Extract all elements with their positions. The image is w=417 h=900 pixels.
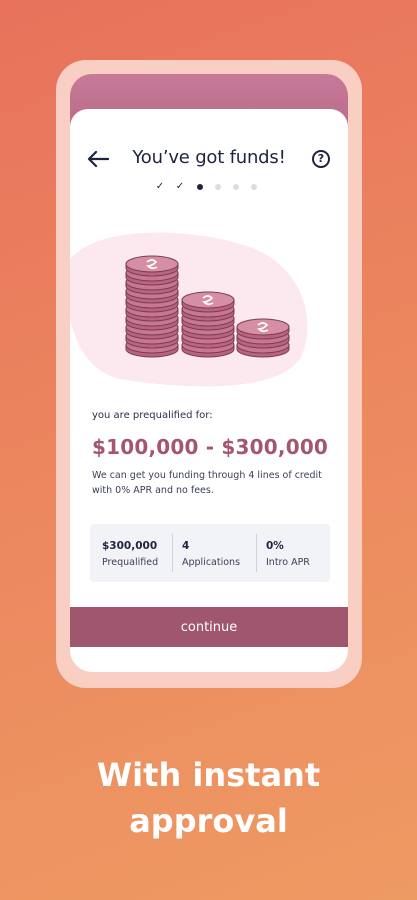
promo-headline-line-2: approval xyxy=(129,802,288,840)
step-complete-1: ✓ xyxy=(155,181,165,192)
stat-applications: 4 Applications xyxy=(182,540,240,568)
prequalified-label: you are prequalified for: xyxy=(92,410,213,421)
stat-label: Prequalified xyxy=(102,557,159,568)
step-pending-4 xyxy=(215,184,221,190)
stat-value: 4 xyxy=(182,540,190,552)
app-screen: You’ve got funds! ? ✓ ✓ you are prequali… xyxy=(70,109,348,672)
promo-headline-line-1: With instant xyxy=(96,756,321,794)
stat-intro-apr: 0% Intro APR xyxy=(266,540,310,568)
funding-description: We can get you funding through 4 lines o… xyxy=(92,470,322,496)
stat-label: Intro APR xyxy=(266,557,310,568)
divider xyxy=(256,534,257,572)
step-current xyxy=(197,184,203,190)
page-title: You’ve got funds! xyxy=(132,147,286,168)
step-complete-2: ✓ xyxy=(175,181,185,192)
help-icon[interactable]: ? xyxy=(312,150,330,168)
divider xyxy=(172,534,173,572)
stat-value: 0% xyxy=(266,540,284,552)
coin-stack-illustration xyxy=(70,232,308,387)
promo-headline: With instant approval xyxy=(0,752,417,844)
step-pending-6 xyxy=(251,184,257,190)
stat-prequalified: $300,000 Prequalified xyxy=(102,540,158,568)
progress-stepper: ✓ ✓ xyxy=(154,181,264,193)
stat-value: $300,000 xyxy=(102,540,158,552)
step-pending-5 xyxy=(233,184,239,190)
continue-button[interactable]: continue xyxy=(70,607,348,647)
stat-label: Applications xyxy=(182,557,241,568)
stats-panel: $300,000 Prequalified 4 Applications 0% … xyxy=(90,524,330,582)
funding-range: $100,000 - $300,000 xyxy=(92,435,329,459)
